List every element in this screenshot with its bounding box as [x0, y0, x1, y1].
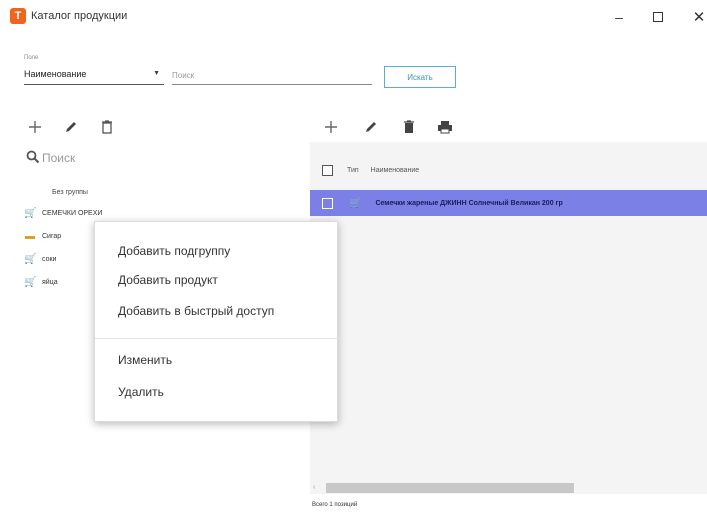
pencil-icon	[366, 122, 376, 132]
table-row[interactable]: 🛒 Семечки жареные ДЖИНН Солнечный Велика…	[310, 190, 707, 216]
maximize-icon	[653, 12, 663, 22]
add-product-button[interactable]	[320, 116, 342, 138]
tree-item-label: яйца	[42, 278, 58, 286]
find-button[interactable]: Искать	[384, 66, 456, 88]
print-button[interactable]	[434, 116, 456, 138]
minimize-button[interactable]: –	[604, 6, 634, 28]
tree-item-label: Сигар	[42, 232, 62, 240]
tree-item[interactable]: 🛒 соки	[24, 251, 56, 267]
add-group-button[interactable]	[24, 116, 46, 138]
search-input-wrapper	[172, 63, 372, 85]
folder-icon: ▬	[25, 230, 35, 242]
field-select-value: Наименование	[24, 68, 87, 79]
field-select[interactable]: Наименование ▼	[24, 63, 164, 85]
search-input[interactable]	[172, 63, 372, 84]
col-name-header[interactable]: Наименование	[371, 167, 420, 174]
context-menu: Добавить подгруппу Добавить продукт Доба…	[94, 221, 339, 422]
window-title: Каталог продукции	[31, 10, 128, 22]
scrollbar-thumb[interactable]	[326, 483, 574, 493]
cart-icon: 🛒	[24, 276, 37, 288]
left-search-wrapper	[42, 148, 242, 168]
menu-item-add-quick-access[interactable]: Добавить в быстрый доступ	[118, 304, 274, 318]
edit-group-button[interactable]	[60, 116, 82, 138]
edit-product-button[interactable]	[360, 116, 382, 138]
close-button[interactable]: ✕	[684, 6, 707, 28]
tree-item[interactable]: 🛒 СЕМЕЧКИ ОРЕХИ	[24, 205, 102, 221]
group-label: Без группы	[52, 189, 88, 196]
delete-product-button[interactable]	[398, 116, 420, 138]
select-all-checkbox[interactable]	[322, 164, 333, 176]
app-logo-icon: T	[10, 8, 26, 24]
row-checkbox[interactable]	[322, 197, 333, 209]
trash-icon	[404, 120, 414, 133]
scroll-left-icon[interactable]: ‹	[313, 484, 315, 491]
menu-item-delete[interactable]: Удалить	[118, 385, 164, 399]
tree-item[interactable]: 🛒 яйца	[24, 274, 58, 290]
search-icon	[26, 150, 40, 164]
grid-header: Тип Наименование	[310, 158, 707, 182]
menu-item-add-product[interactable]: Добавить продукт	[118, 273, 218, 287]
printer-icon	[438, 121, 452, 134]
menu-divider	[95, 338, 339, 339]
delete-group-button[interactable]	[96, 116, 118, 138]
cart-icon: 🛒	[24, 253, 37, 265]
plus-icon	[325, 121, 337, 133]
status-text: Всего 1 позиций	[312, 502, 358, 508]
maximize-button[interactable]	[643, 6, 673, 28]
tree-item-label: соки	[42, 255, 57, 263]
menu-item-add-subgroup[interactable]: Добавить подгруппу	[118, 244, 230, 258]
plus-icon	[29, 121, 41, 133]
cart-icon: 🛒	[24, 207, 37, 219]
row-name: Семечки жареные ДЖИНН Солнечный Великан …	[375, 199, 563, 207]
pencil-icon	[66, 122, 76, 132]
tree-item-label: СЕМЕЧКИ ОРЕХИ	[42, 209, 103, 217]
cart-icon: 🛒	[349, 197, 362, 209]
tree-item[interactable]: ▬ Сигар	[24, 228, 61, 244]
chevron-down-icon: ▼	[153, 70, 160, 77]
title-bar: T Каталог продукции – ✕	[0, 0, 707, 34]
col-type-header[interactable]: Тип	[347, 167, 359, 174]
field-caption: Поле	[24, 55, 39, 61]
menu-item-edit[interactable]: Изменить	[118, 353, 172, 367]
trash-icon	[102, 120, 112, 134]
group-search-input[interactable]	[42, 148, 242, 168]
